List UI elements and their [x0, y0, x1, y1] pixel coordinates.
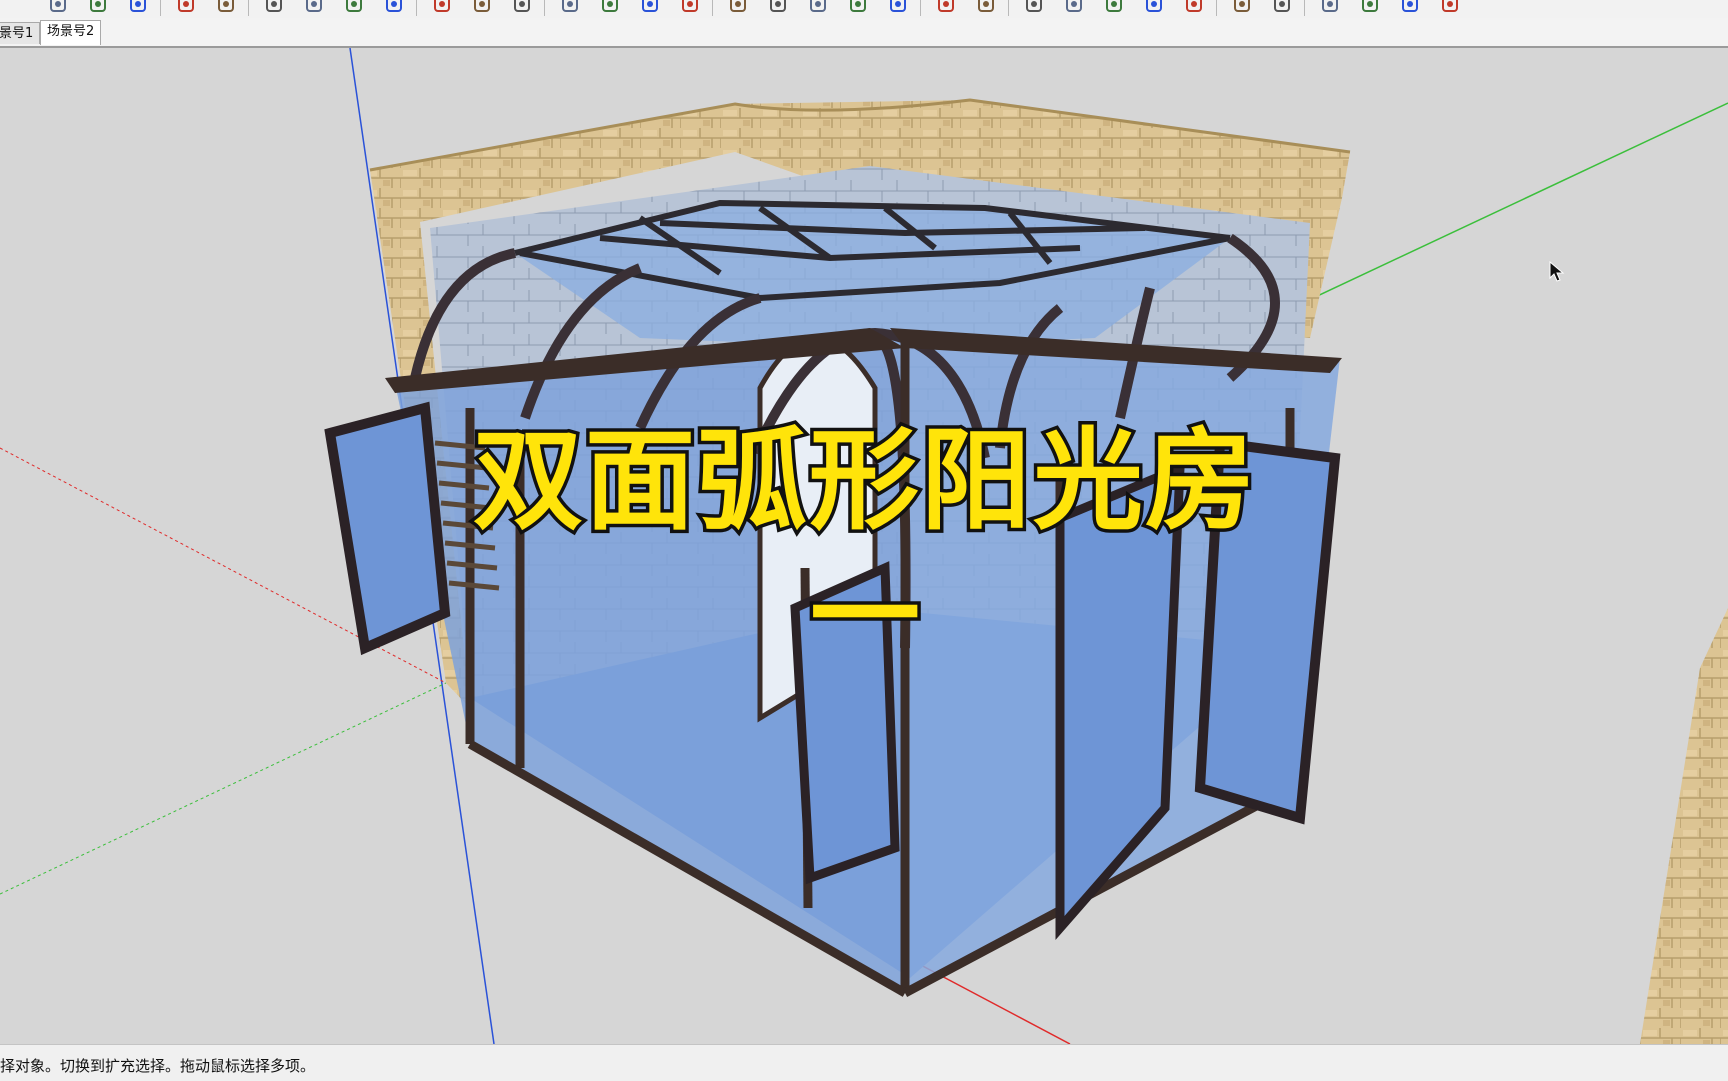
- status-bar: 择对象。切换到扩充选择。拖动鼠标选择多项。: [0, 1044, 1728, 1081]
- window-icon[interactable]: [1320, 0, 1340, 14]
- toolbar-separator: [712, 0, 713, 16]
- add-detail-icon[interactable]: [1144, 0, 1164, 14]
- mouse-cursor-icon: [1549, 261, 1565, 282]
- flip-edge-icon[interactable]: [1184, 0, 1204, 14]
- toolbar-separator: [416, 0, 417, 16]
- toolbar-separator: [544, 0, 545, 16]
- hand-icon[interactable]: [976, 0, 996, 14]
- rotate-icon[interactable]: [384, 0, 404, 14]
- offset-icon[interactable]: [472, 0, 492, 14]
- video-title: 双面弧形阳光房: [470, 417, 1259, 545]
- video-subtitle: 一: [807, 552, 924, 680]
- layer-icon[interactable]: [264, 0, 284, 14]
- import-icon[interactable]: [1272, 0, 1292, 14]
- green-axis-neg: [0, 682, 447, 895]
- scene-tabs: 景号1 场景号2: [0, 18, 1728, 48]
- scene-tab-2[interactable]: 场景号2: [40, 20, 102, 45]
- export-icon[interactable]: [1232, 0, 1252, 14]
- camera-icon[interactable]: [1360, 0, 1380, 14]
- scene-tab-1[interactable]: 景号1: [0, 22, 41, 44]
- view-front-icon[interactable]: [808, 0, 828, 14]
- zoom-icon[interactable]: [640, 0, 660, 14]
- axes-icon[interactable]: [304, 0, 324, 14]
- orbit-icon[interactable]: [560, 0, 580, 14]
- view-back-icon[interactable]: [888, 0, 908, 14]
- model-viewport[interactable]: 双面弧形阳光房 一: [0, 48, 1728, 1044]
- left-open-window: [324, 401, 451, 656]
- push-pull-icon[interactable]: [216, 0, 236, 14]
- tape-measure-icon[interactable]: [512, 0, 532, 14]
- section-plane-icon[interactable]: [680, 0, 700, 14]
- walk-icon[interactable]: [936, 0, 956, 14]
- sandbox-icon[interactable]: [1024, 0, 1044, 14]
- move-icon[interactable]: [344, 0, 364, 14]
- components-icon[interactable]: [88, 0, 108, 14]
- toolbar-separator: [1304, 0, 1305, 16]
- toolbar-separator: [160, 0, 161, 16]
- geo-location-icon[interactable]: [128, 0, 148, 14]
- scale-icon[interactable]: [432, 0, 452, 14]
- stamp-icon[interactable]: [1064, 0, 1084, 14]
- sunroom-model[interactable]: [0, 48, 1728, 1044]
- drape-icon[interactable]: [1104, 0, 1124, 14]
- right-edge-wall: [1640, 608, 1728, 1044]
- status-text: 择对象。切换到扩充选择。拖动鼠标选择多项。: [0, 1057, 316, 1075]
- toolbar-separator: [1216, 0, 1217, 16]
- main-toolbar: [0, 0, 1728, 19]
- toolbar-separator: [1008, 0, 1009, 16]
- view-iso-icon[interactable]: [728, 0, 748, 14]
- settings-icon[interactable]: [1400, 0, 1420, 14]
- view-right-icon[interactable]: [848, 0, 868, 14]
- pan-icon[interactable]: [600, 0, 620, 14]
- toolbar-separator: [920, 0, 921, 16]
- paint-bucket-icon[interactable]: [48, 0, 68, 14]
- view-top-icon[interactable]: [768, 0, 788, 14]
- shape-icon[interactable]: [176, 0, 196, 14]
- photo-icon[interactable]: [1440, 0, 1460, 14]
- toolbar-separator: [248, 0, 249, 16]
